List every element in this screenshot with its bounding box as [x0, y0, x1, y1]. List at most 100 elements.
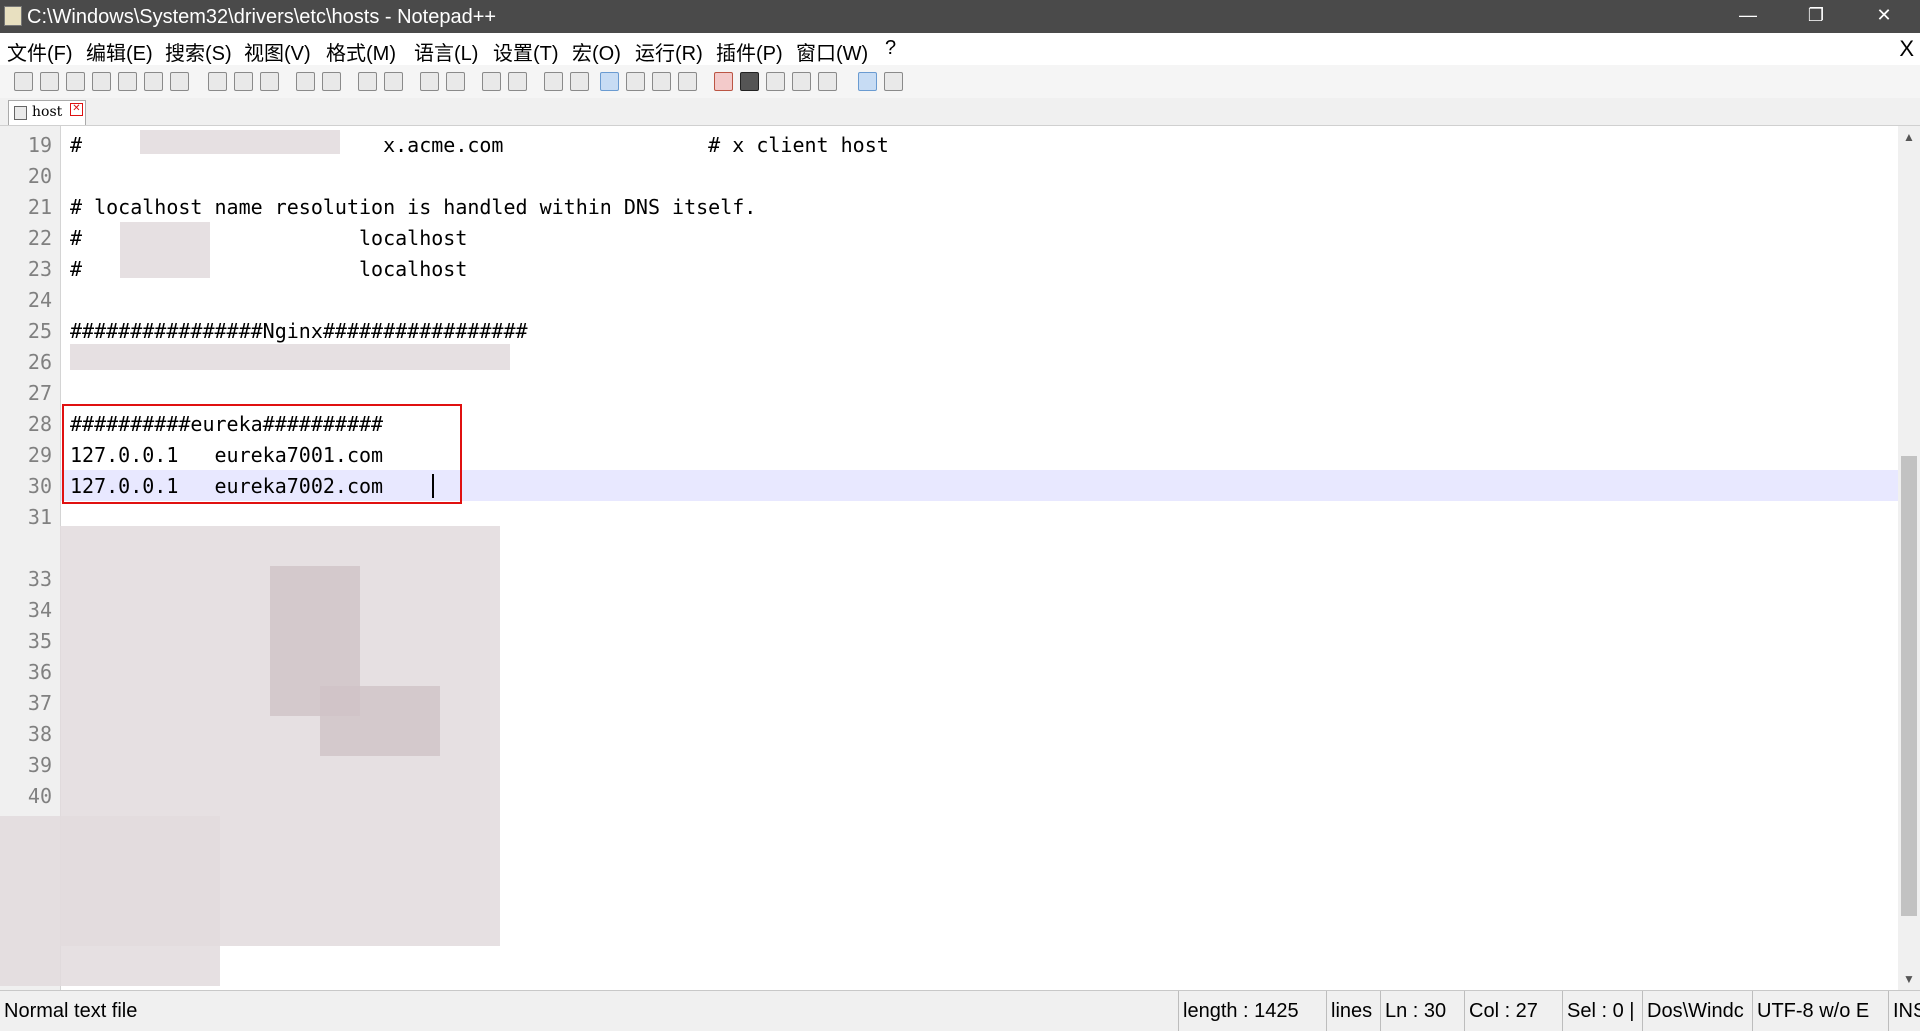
toolbar — [0, 65, 1920, 99]
line-number: 37 — [27, 691, 52, 715]
menu-format[interactable]: 格式(M) — [326, 37, 396, 66]
line-number: 39 — [27, 753, 52, 777]
menu-file[interactable]: 文件(F) — [7, 37, 73, 66]
menu-bar: 文件(F) 编辑(E) 搜索(S) 视图(V) 格式(M) 语言(L) 设置(T… — [0, 33, 1920, 66]
save-macro-icon[interactable] — [818, 72, 837, 91]
title-bar: C:\Windows\System32\drivers\etc\hosts - … — [0, 0, 1920, 33]
status-insert-mode: INS — [1888, 991, 1920, 1031]
word-wrap-icon[interactable] — [544, 72, 563, 91]
status-column: Col : 27 — [1464, 991, 1567, 1031]
status-line-number: Ln : 30 — [1380, 991, 1465, 1031]
print-icon[interactable] — [170, 72, 189, 91]
line-number: 23 — [27, 257, 52, 281]
line-text: # localhost name resolution is handled w… — [70, 195, 757, 219]
copy-icon[interactable] — [234, 72, 253, 91]
line-number: 28 — [27, 412, 52, 436]
status-bar: Normal text file length : 1425 lines Ln … — [0, 990, 1920, 1031]
line-number: 25 — [27, 319, 52, 343]
line-number: 26 — [27, 350, 52, 374]
minimize-button[interactable]: — — [1720, 0, 1776, 33]
line-number: 21 — [27, 195, 52, 219]
line-number: 20 — [27, 164, 52, 188]
notepad-app-icon — [4, 6, 22, 26]
line-number: 35 — [27, 629, 52, 653]
redacted-region — [120, 222, 210, 278]
document-map-icon[interactable] — [626, 72, 645, 91]
record-macro-icon[interactable] — [714, 72, 733, 91]
playback-macro-icon[interactable] — [766, 72, 785, 91]
status-file-type: Normal text file — [4, 1000, 138, 1022]
new-file-icon[interactable] — [14, 72, 33, 91]
close-file-icon[interactable] — [118, 72, 137, 91]
close-tab-icon[interactable]: ✕ — [70, 103, 83, 116]
redacted-region — [70, 344, 510, 370]
paste-icon[interactable] — [260, 72, 279, 91]
close-all-icon[interactable] — [144, 72, 163, 91]
tab-bar: host ✕ — [0, 98, 1920, 126]
sync-vertical-icon[interactable] — [482, 72, 501, 91]
undo-icon[interactable] — [296, 72, 315, 91]
status-selection: Sel : 0 | — [1562, 991, 1647, 1031]
stop-recording-icon[interactable] — [740, 72, 759, 91]
menu-search[interactable]: 搜索(S) — [165, 37, 232, 66]
redacted-region — [0, 816, 220, 986]
scrollbar-thumb[interactable] — [1901, 456, 1917, 916]
tab-hosts[interactable]: host ✕ — [8, 100, 86, 125]
window-title: C:\Windows\System32\drivers\etc\hosts - … — [27, 6, 497, 28]
line-number: 27 — [27, 381, 52, 405]
status-length: length : 1425 — [1178, 991, 1323, 1031]
line-number: 22 — [27, 226, 52, 250]
redacted-region — [320, 686, 440, 756]
line-number: 33 — [27, 567, 52, 591]
folder-as-workspace-icon[interactable] — [678, 72, 697, 91]
line-number: 36 — [27, 660, 52, 684]
annotation-highlight-box — [62, 404, 462, 504]
scroll-down-icon[interactable]: ▼ — [1903, 972, 1915, 986]
line-number: 24 — [27, 288, 52, 312]
line-number: 29 — [27, 443, 52, 467]
close-document-button[interactable]: X — [1899, 36, 1914, 62]
save-all-icon[interactable] — [92, 72, 111, 91]
redo-icon[interactable] — [322, 72, 341, 91]
redacted-region — [140, 130, 340, 154]
line-number: 31 — [27, 505, 52, 529]
replace-icon[interactable] — [384, 72, 403, 91]
plugin-icon[interactable] — [884, 72, 903, 91]
saved-status-icon — [14, 106, 27, 120]
editor-area[interactable]: 19 # x.acme.com # x client host 20 21 # lo… — [0, 126, 1898, 990]
status-eol-format[interactable]: Dos\Windc — [1642, 991, 1757, 1031]
menu-edit[interactable]: 编辑(E) — [86, 37, 153, 66]
maximize-button[interactable]: ❐ — [1788, 0, 1844, 33]
find-icon[interactable] — [358, 72, 377, 91]
menu-plugins[interactable]: 插件(P) — [716, 37, 783, 66]
menu-macro[interactable]: 宏(O) — [572, 37, 621, 66]
line-number: 34 — [27, 598, 52, 622]
function-list-icon[interactable] — [652, 72, 671, 91]
line-number: 38 — [27, 722, 52, 746]
line-number: 40 — [27, 784, 52, 808]
menu-settings[interactable]: 设置(T) — [493, 37, 559, 66]
scroll-up-icon[interactable]: ▲ — [1903, 130, 1915, 144]
menu-view[interactable]: 视图(V) — [244, 37, 311, 66]
zoom-out-icon[interactable] — [446, 72, 465, 91]
close-window-button[interactable]: ✕ — [1856, 0, 1912, 33]
open-file-icon[interactable] — [40, 72, 59, 91]
vertical-scrollbar[interactable]: ▲ ▼ — [1898, 126, 1920, 990]
status-lines: lines — [1326, 991, 1383, 1031]
spell-check-icon[interactable] — [858, 72, 877, 91]
status-encoding[interactable]: UTF-8 w/o E — [1752, 991, 1893, 1031]
menu-help[interactable]: ? — [885, 37, 896, 60]
line-number: 30 — [27, 474, 52, 498]
show-all-characters-icon[interactable] — [570, 72, 589, 91]
save-icon[interactable] — [66, 72, 85, 91]
zoom-in-icon[interactable] — [420, 72, 439, 91]
sync-horizontal-icon[interactable] — [508, 72, 527, 91]
run-macro-multiple-icon[interactable] — [792, 72, 811, 91]
line-text: ################Nginx################# — [70, 319, 528, 343]
menu-window[interactable]: 窗口(W) — [796, 37, 868, 66]
menu-language[interactable]: 语言(L) — [414, 37, 478, 66]
menu-run[interactable]: 运行(R) — [635, 37, 703, 66]
line-number: 19 — [27, 133, 52, 157]
cut-icon[interactable] — [208, 72, 227, 91]
indent-guide-icon[interactable] — [600, 72, 619, 91]
